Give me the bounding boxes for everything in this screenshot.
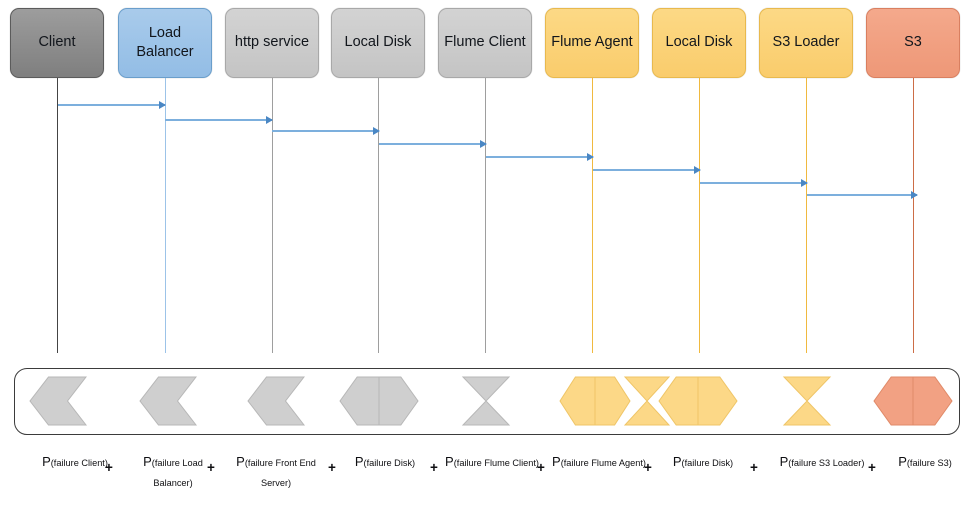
lifeline-s3 — [913, 78, 915, 353]
sequence-diagram-canvas: Client Load Balancer http service Local Dis… — [0, 0, 975, 518]
participant-label: Local Disk — [344, 34, 412, 51]
term-disk-2: P(failure Disk) — [655, 452, 751, 472]
fail-shape-s3 — [873, 376, 953, 426]
probability-symbol: P — [236, 454, 245, 469]
msg-s3loader-to-s3 — [807, 191, 918, 198]
msg-flumeagent-to-localdisk — [593, 166, 701, 173]
term-client: P(failure Client) — [20, 452, 130, 472]
probability-symbol: P — [42, 454, 51, 469]
fail-shape-flume-agent-a — [559, 376, 631, 426]
probability-symbol: P — [779, 454, 789, 469]
plus-3: + — [328, 460, 336, 475]
term-front-end: P(failure Front End Server) — [226, 452, 326, 492]
fail-shape-local-disk-1 — [339, 376, 419, 426]
plus-7: + — [750, 460, 758, 475]
lifeline-client — [57, 78, 59, 353]
participant-flume-client[interactable]: Flume Client — [438, 8, 532, 78]
lifeline-local-disk-2 — [699, 78, 701, 353]
fail-shape-client — [29, 376, 88, 426]
plus-4: + — [430, 460, 438, 475]
probability-subscript: (failure Load Balancer) — [151, 458, 203, 488]
participant-label: http service — [234, 34, 310, 51]
participant-label: Flume Client — [444, 34, 526, 51]
probability-subscript: (failure S3) — [906, 458, 952, 468]
probability-symbol: P — [898, 454, 907, 469]
participant-s3[interactable]: S3 — [866, 8, 960, 78]
participant-label: S3 Loader — [772, 34, 840, 51]
msg-lb-to-http — [165, 116, 273, 123]
lifeline-flume-client — [485, 78, 487, 353]
probability-symbol: P — [354, 454, 364, 469]
probability-symbol: P — [445, 454, 454, 469]
failure-probability-formula: P(failure Client) P(failure Load Balancer… — [0, 452, 975, 512]
probability-symbol: P — [552, 454, 561, 469]
probability-subscript: (failure Flume Client) — [453, 458, 539, 468]
msg-http-to-localdisk — [272, 127, 380, 134]
fail-shape-s3-loader — [782, 376, 832, 426]
probability-subscript: (failure Disk) — [681, 458, 734, 468]
fail-shape-flume-client — [461, 376, 511, 426]
msg-localdisk-to-flumeclient — [379, 140, 487, 147]
participant-label: Client — [38, 34, 76, 51]
term-disk-1: P(failure Disk) — [337, 452, 433, 472]
probability-symbol: P — [672, 454, 682, 469]
probability-subscript: (failure Flume Agent) — [560, 458, 646, 468]
plus-2: + — [207, 460, 215, 475]
plus-5: + — [537, 460, 545, 475]
plus-1: + — [105, 460, 113, 475]
probability-subscript: (failure S3 Loader) — [788, 458, 865, 468]
msg-flumeclient-to-flumeagent — [486, 153, 594, 160]
plus-8: + — [868, 460, 876, 475]
probability-subscript: (failure Client) — [50, 458, 108, 468]
participant-flume-agent[interactable]: Flume Agent — [545, 8, 639, 78]
lifeline-s3-loader — [806, 78, 808, 353]
probability-symbol: P — [143, 454, 152, 469]
lifeline-flume-agent — [592, 78, 594, 353]
participant-label: Load Balancer — [136, 24, 194, 60]
participant-client[interactable]: Client — [10, 8, 104, 78]
plus-6: + — [644, 460, 652, 475]
fail-shape-load-balancer — [139, 376, 198, 426]
term-flume-agent: P(failure Flume Agent) — [551, 452, 647, 472]
msg-client-to-lb — [58, 101, 166, 108]
fail-shape-http-service — [247, 376, 306, 426]
participant-s3-loader[interactable]: S3 Loader — [759, 8, 853, 78]
participant-load-balancer[interactable]: Load Balancer — [118, 8, 212, 78]
participant-label: Local Disk — [665, 34, 733, 51]
participant-http-service[interactable]: http service — [225, 8, 319, 78]
msg-localdisk-to-s3loader — [700, 179, 808, 186]
term-flume-client: P(failure Flume Client) — [444, 452, 540, 472]
participant-label: S3 — [904, 34, 922, 51]
probability-subscript: (failure Disk) — [363, 458, 416, 468]
participant-local-disk-1[interactable]: Local Disk — [331, 8, 425, 78]
lifeline-local-disk-1 — [378, 78, 380, 353]
participant-label: Flume Agent — [551, 34, 633, 51]
participant-local-disk-2[interactable]: Local Disk — [652, 8, 746, 78]
term-s3-loader: P(failure S3 Loader) — [762, 452, 882, 472]
fail-shape-local-disk-2 — [658, 376, 738, 426]
term-s3: P(failure S3) — [880, 452, 970, 472]
probability-subscript: (failure Front End Server) — [244, 458, 316, 488]
